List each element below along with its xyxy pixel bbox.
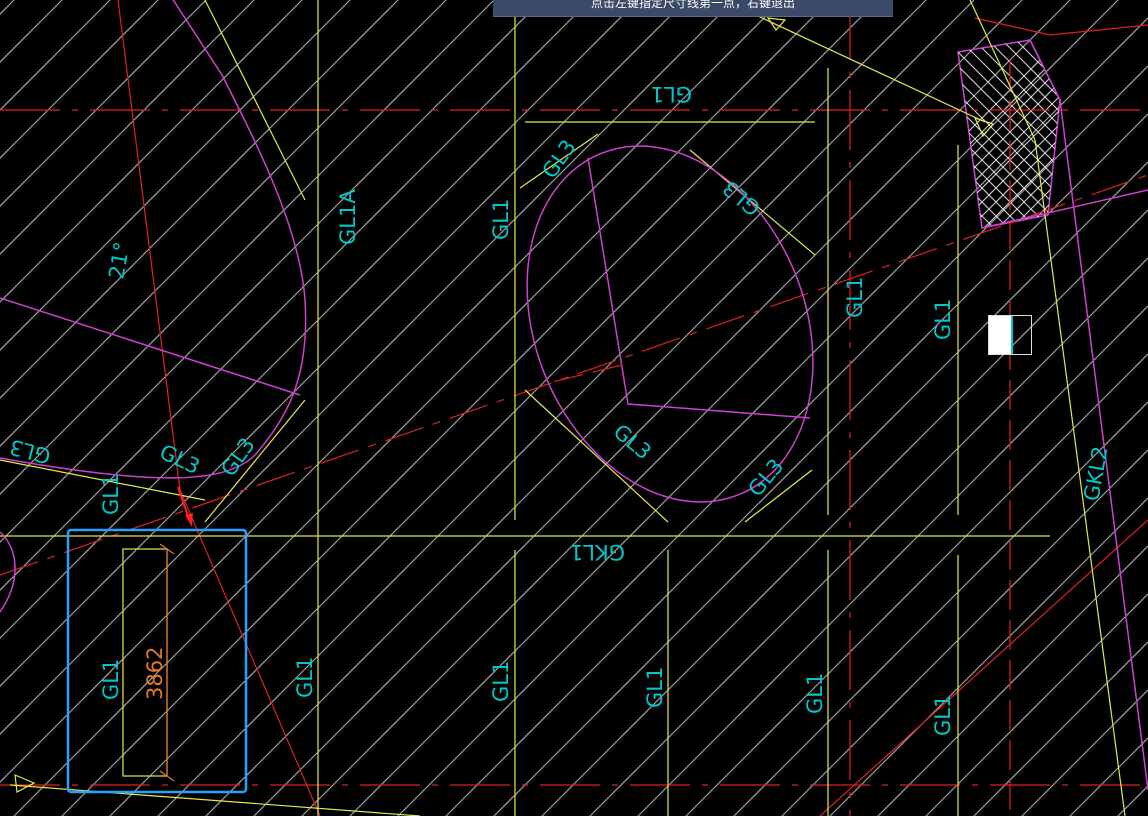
label-gl1: GL1	[489, 661, 513, 702]
command-prompt-tooltip: 点击左键指定尺寸线第一点，右键退出	[493, 0, 893, 17]
label-gl3: GL3	[718, 176, 765, 221]
label-gl1: GL1	[99, 474, 123, 515]
label-gl1: GL1	[931, 299, 955, 340]
label-gl3: GL3	[609, 419, 656, 464]
member-labels: GL1 GL1A GL1 GL1 GL1 GL1 GL1 GL1 GL1 GL1…	[7, 82, 1112, 736]
cursor-marker	[177, 486, 193, 527]
label-gl1: GL1	[643, 667, 667, 708]
label-gl1: GL1	[931, 695, 955, 736]
cad-canvas[interactable]: GL1 GL1A GL1 GL1 GL1 GL1 GL1 GL1 GL1 GL1…	[0, 0, 1148, 816]
label-gkl2: GKL2	[1079, 444, 1112, 502]
label-gl1-top: GL1	[651, 82, 692, 106]
label-gl1: GL1	[489, 199, 513, 240]
dimension-text: 3862	[143, 647, 167, 700]
label-gl1-box: GL1	[99, 659, 123, 700]
label-angle: 21°	[104, 240, 134, 281]
drawing-area[interactable]: GL1 GL1A GL1 GL1 GL1 GL1 GL1 GL1 GL1 GL1…	[0, 0, 1148, 816]
label-gl1: GL1	[843, 277, 867, 318]
label-gl1a: GL1A	[336, 189, 360, 245]
label-gl1: GL1	[803, 673, 827, 714]
label-gl3: GL3	[156, 440, 204, 479]
crosshair-cursor-box	[988, 315, 1032, 355]
label-gl1: GL1	[293, 657, 317, 698]
label-gkl1: GKL1	[570, 540, 625, 564]
